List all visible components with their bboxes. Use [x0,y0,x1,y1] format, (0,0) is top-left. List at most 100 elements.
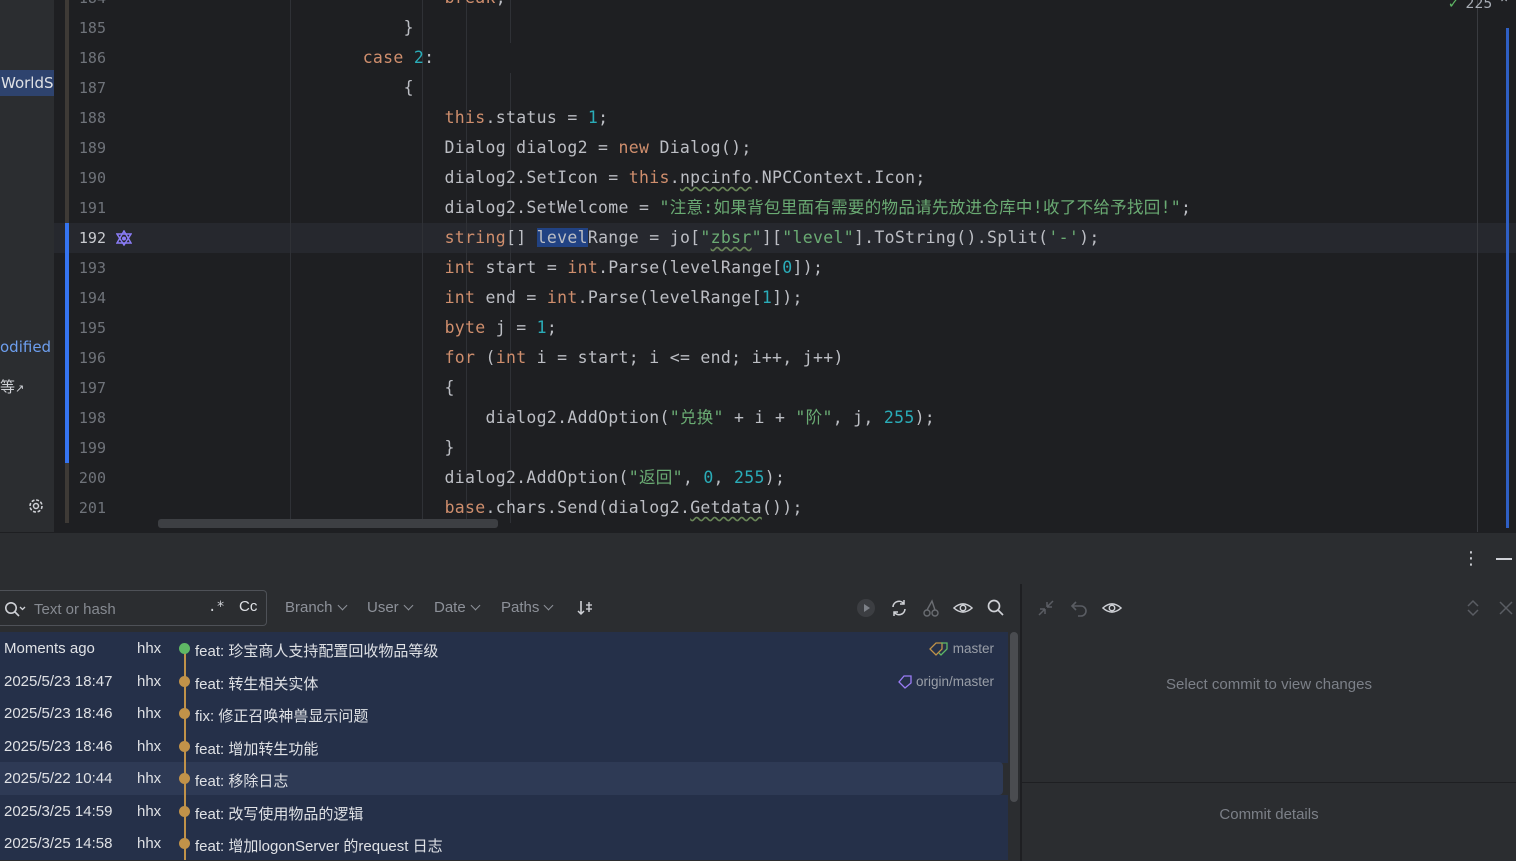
line-number[interactable]: 188 [54,103,106,133]
code-text[interactable]: } [158,13,414,43]
search-input[interactable] [34,599,194,619]
line-number[interactable]: 185 [54,13,106,43]
line-number[interactable]: 184 [54,0,106,13]
user-filter[interactable]: User [367,599,414,616]
code-line[interactable]: 195 byte j = 1; [54,313,1516,343]
line-number[interactable]: 194 [54,283,106,313]
code-line[interactable]: 194 int end = int.Parse(levelRange[1]); [54,283,1516,313]
details-divider[interactable] [1022,782,1516,783]
line-number[interactable]: 198 [54,403,106,433]
minimize-icon[interactable] [1496,558,1512,560]
code-text[interactable]: dialog2.SetWelcome = "注意:如果背包里面有需要的物品请先放… [158,193,1191,223]
code-line[interactable]: 196 for (int i = start; i <= end; i++, j… [54,343,1516,373]
chevron-up-icon[interactable]: ⌃ [1498,0,1510,12]
commit-row[interactable]: 2025/5/23 18:47 hhx feat: 转生相关实体 origin/mas… [0,665,1008,698]
code-editor[interactable]: 184 break;185 }186 case 2:187 {188 this.… [54,0,1516,532]
log-scrollbar[interactable] [1010,632,1018,802]
commit-date: 2025/5/22 10:44 [4,770,113,787]
collapse-icon[interactable] [1036,598,1056,618]
code-text[interactable]: break; [158,0,506,13]
line-number[interactable]: 191 [54,193,106,223]
code-token: + i + [723,408,796,427]
user-filter-label: User [367,599,399,616]
code-text[interactable]: } [158,433,455,463]
eye-icon[interactable] [953,598,973,618]
code-token: ].ToString().Split( [853,228,1049,247]
code-text[interactable]: case 2: [158,43,434,73]
date-filter[interactable]: Date [434,599,481,616]
code-line[interactable]: 193 int start = int.Parse(levelRange[0])… [54,253,1516,283]
code-line[interactable]: 190 dialog2.SetIcon = this.npcinfo.NPCCo… [54,163,1516,193]
chevron-down-icon [403,600,414,611]
editor-scrollbar-marker[interactable] [1506,28,1509,528]
code-line[interactable]: 200 dialog2.AddOption("返回", 0, 255); [54,463,1516,493]
code-text[interactable]: this.status = 1; [158,103,608,133]
horizontal-scrollbar[interactable] [158,519,498,528]
refresh-icon[interactable] [889,598,909,618]
play-icon[interactable] [856,598,876,618]
commit-row[interactable]: Moments ago hhx feat: 珍宝商人支持配置回收物品等级 master [0,632,1008,665]
line-number[interactable]: 199 [54,433,106,463]
line-number[interactable]: 190 [54,163,106,193]
line-number[interactable]: 200 [54,463,106,493]
code-text[interactable]: for (int i = start; i <= end; i++, j++) [158,343,844,373]
code-line[interactable]: 191 dialog2.SetWelcome = "注意:如果背包里面有需要的物… [54,193,1516,223]
ai-assistant-icon[interactable] [116,230,132,246]
eye-icon[interactable] [1102,598,1122,618]
code-text[interactable]: Dialog dialog2 = new Dialog(); [158,133,752,163]
code-line[interactable]: 187 { [54,73,1516,103]
commit-row[interactable]: 2025/5/23 18:46 hhx feat: 增加转生功能 [0,730,1008,763]
line-number[interactable]: 193 [54,253,106,283]
line-number[interactable]: 187 [54,73,106,103]
code-token: byte [444,318,486,337]
code-line[interactable]: 189 Dialog dialog2 = new Dialog(); [54,133,1516,163]
code-line[interactable]: 186 case 2: [54,43,1516,73]
line-number[interactable]: 201 [54,493,106,523]
commit-row[interactable]: 2025/3/25 14:58 hhx feat: 增加logonServer 的r… [0,827,1008,860]
commit-date: 2025/5/23 18:46 [4,705,113,722]
code-text[interactable]: int end = int.Parse(levelRange[1]); [158,283,803,313]
commit-row[interactable]: 2025/3/25 14:59 hhx feat: 改写使用物品的逻辑 [0,795,1008,828]
code-line[interactable]: 198 dialog2.AddOption("兑换" + i + "阶", j,… [54,403,1516,433]
code-text[interactable]: int start = int.Parse(levelRange[0]); [158,253,823,283]
code-text[interactable]: string[] levelRange = jo["zbsr"]["level"… [158,223,1100,253]
regex-toggle[interactable]: .* [208,599,225,615]
line-number[interactable]: 189 [54,133,106,163]
line-number[interactable]: 192 [54,223,106,253]
code-text[interactable]: { [158,373,455,403]
code-line[interactable]: 185 } [54,13,1516,43]
gear-icon[interactable] [26,496,46,516]
commit-log-table[interactable]: Moments ago hhx feat: 珍宝商人支持配置回收物品等级 master… [0,632,1008,861]
sort-icon[interactable] [576,598,596,618]
line-number[interactable]: 196 [54,343,106,373]
inspections-widget[interactable]: ✓ 225 ⌃ [1448,0,1510,12]
expand-collapse-icon[interactable] [1463,598,1483,618]
code-line[interactable]: 184 break; [54,0,1516,13]
code-text[interactable]: dialog2.SetIcon = this.npcinfo.NPCContex… [158,163,926,193]
close-icon[interactable] [1496,598,1516,618]
project-tree-item-selected[interactable]: WorldSe [0,70,54,96]
code-line[interactable]: 188 this.status = 1; [54,103,1516,133]
line-number[interactable]: 186 [54,43,106,73]
code-text[interactable]: { [158,73,414,103]
search-icon[interactable] [986,598,1006,618]
cherry-pick-icon[interactable] [921,598,941,618]
line-number[interactable]: 195 [54,313,106,343]
code-text[interactable]: byte j = 1; [158,313,557,343]
more-options-icon[interactable]: ⋮ [1462,548,1480,569]
commit-row[interactable]: 2025/5/23 18:46 hhx fix: 修正召唤神兽显示问题 [0,697,1008,730]
indent-guide [466,43,467,73]
line-number[interactable]: 197 [54,373,106,403]
code-text[interactable]: dialog2.AddOption("返回", 0, 255); [158,463,785,493]
code-line[interactable]: 199 } [54,433,1516,463]
search-icon[interactable] [4,601,26,619]
commit-row[interactable]: 2025/5/22 10:44 hhx feat: 移除日志 [0,762,1003,795]
code-text[interactable]: dialog2.AddOption("兑换" + i + "阶", j, 255… [158,403,935,433]
code-line[interactable]: 192 string[] levelRange = jo["zbsr"]["le… [54,223,1516,253]
project-tree-item[interactable]: 等↗ [0,376,24,397]
match-case-toggle[interactable]: Cc [239,598,257,615]
paths-filter[interactable]: Paths [501,599,554,616]
code-line[interactable]: 197 { [54,373,1516,403]
undo-icon[interactable] [1070,598,1090,618]
branch-filter[interactable]: Branch [285,599,347,616]
